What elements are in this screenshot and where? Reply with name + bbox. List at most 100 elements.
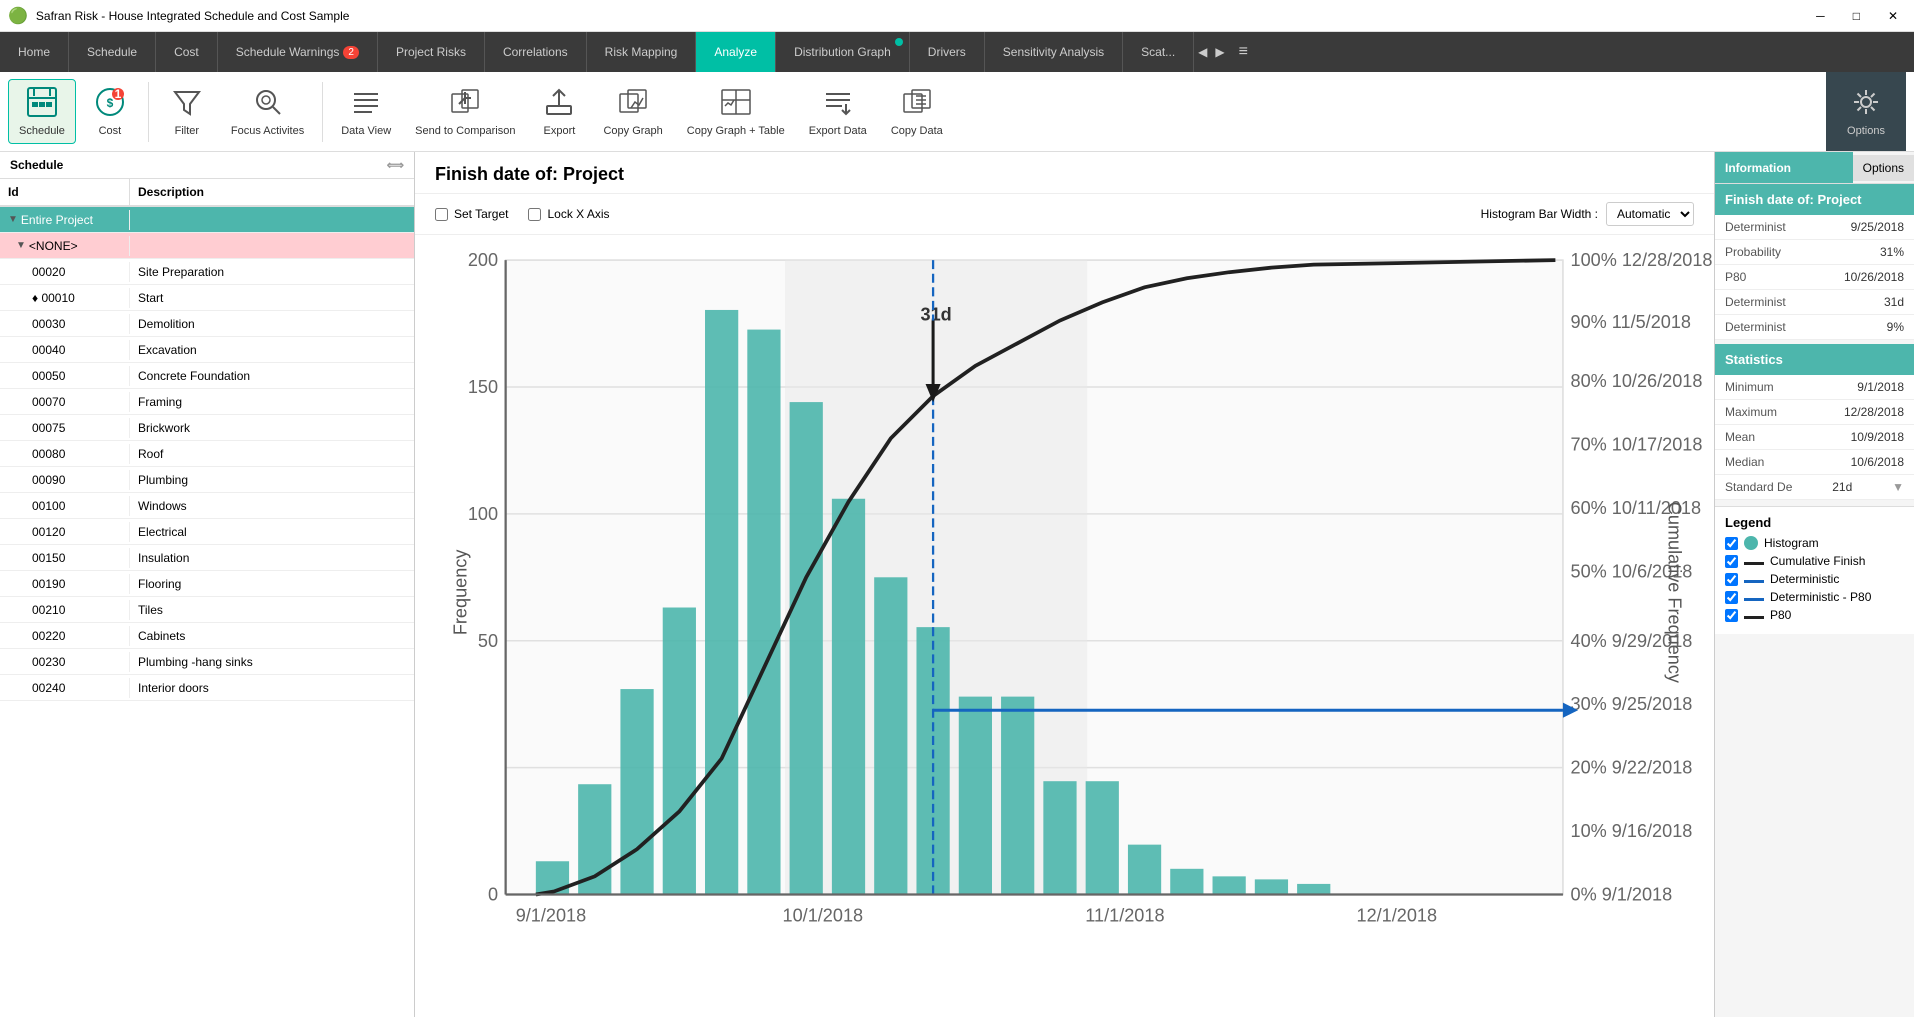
toolbar-export-label: Export — [544, 125, 576, 137]
toolbar-focus[interactable]: Focus Activites — [221, 80, 314, 143]
toolbar-copydata[interactable]: Copy Data — [881, 80, 953, 143]
schedule-row-18[interactable]: 00240 Interior doors — [0, 675, 414, 701]
schedule-table: Id Description ▼ Entire Project ▼ <NONE> — [0, 179, 414, 1017]
expand-icon-1[interactable]: ▼ — [16, 240, 26, 251]
legend-section: Legend Histogram Cumulative Finish Deter… — [1715, 506, 1914, 634]
schedule-row-9[interactable]: 00080 Roof — [0, 441, 414, 467]
schedule-row-16[interactable]: 00220 Cabinets — [0, 623, 414, 649]
schedule-row-11[interactable]: 00100 Windows — [0, 493, 414, 519]
schedule-row-15[interactable]: 00210 Tiles — [0, 597, 414, 623]
right-panel: Information Options Finish date of: Proj… — [1714, 152, 1914, 1017]
legend-deterministic: Deterministic — [1725, 572, 1904, 586]
histogram-bar-width-select[interactable]: Automatic — [1606, 202, 1694, 226]
schedule-row-17[interactable]: 00230 Plumbing -hang sinks — [0, 649, 414, 675]
tab-drivers[interactable]: Drivers — [910, 32, 985, 72]
svg-text:20% 9/22/2018: 20% 9/22/2018 — [1570, 758, 1692, 778]
row-id-9: 00080 — [0, 444, 130, 464]
schedule-row-5[interactable]: 00040 Excavation — [0, 337, 414, 363]
set-target-control[interactable]: Set Target — [435, 207, 508, 221]
expand-stats-icon[interactable]: ▼ — [1892, 480, 1904, 494]
tab-schedule-warnings[interactable]: Schedule Warnings 2 — [218, 32, 378, 72]
svg-text:11/1/2018: 11/1/2018 — [1085, 906, 1164, 926]
toolbar-export[interactable]: Export — [529, 80, 589, 143]
tab-scatter[interactable]: Scat... — [1123, 32, 1194, 72]
legend-histogram-check[interactable] — [1725, 537, 1738, 550]
options-button[interactable]: Options — [1853, 155, 1914, 181]
schedule-row-3[interactable]: ♦ 00010 Start — [0, 285, 414, 311]
tab-bar: Home Schedule Cost Schedule Warnings 2 P… — [0, 32, 1914, 72]
schedule-row-1[interactable]: ▼ <NONE> — [0, 233, 414, 259]
schedule-row-13[interactable]: 00150 Insulation — [0, 545, 414, 571]
svg-text:0% 9/1/2018: 0% 9/1/2018 — [1570, 885, 1672, 905]
tab-nav-left[interactable]: ◀ — [1194, 32, 1211, 72]
tab-cost[interactable]: Cost — [156, 32, 218, 72]
toolbar-copygraphtable[interactable]: Copy Graph + Table — [677, 80, 795, 143]
info-label-4: Determinist — [1725, 320, 1786, 334]
tab-sensitivity[interactable]: Sensitivity Analysis — [985, 32, 1123, 72]
lock-x-axis-control[interactable]: Lock X Axis — [528, 207, 609, 221]
schedule-row-8[interactable]: 00075 Brickwork — [0, 415, 414, 441]
row-desc-11: Windows — [130, 496, 414, 516]
schedule-row-2[interactable]: 00020 Site Preparation — [0, 259, 414, 285]
row-id-text-1: <NONE> — [29, 239, 78, 253]
legend-deterministic-label: Deterministic — [1770, 572, 1839, 586]
tab-home[interactable]: Home — [0, 32, 69, 72]
tab-project-risks[interactable]: Project Risks — [378, 32, 485, 72]
toolbar-cost[interactable]: $1 Cost — [80, 80, 140, 143]
chart-area: Finish date of: Project Set Target Lock … — [415, 152, 1714, 1017]
info-probability: Probability 31% — [1715, 240, 1914, 265]
legend-deterministic-line — [1744, 580, 1764, 583]
toolbar-options[interactable]: Options — [1826, 72, 1906, 151]
row-id-13: 00150 — [0, 548, 130, 568]
schedule-row-6[interactable]: 00050 Concrete Foundation — [0, 363, 414, 389]
toolbar-filter[interactable]: Filter — [157, 80, 217, 143]
tab-risk-mapping[interactable]: Risk Mapping — [587, 32, 697, 72]
legend-cumulative-check[interactable] — [1725, 555, 1738, 568]
row-id-0: ▼ Entire Project — [0, 210, 130, 230]
row-desc-0 — [130, 217, 414, 223]
info-minimum: Minimum 9/1/2018 — [1715, 375, 1914, 400]
toolbar-exportdata[interactable]: Export Data — [799, 80, 877, 143]
schedule-row-14[interactable]: 00190 Flooring — [0, 571, 414, 597]
toolbar-sendcomp[interactable]: Send to Comparison — [405, 80, 525, 143]
legend-det-p80-line — [1744, 598, 1764, 601]
tab-nav-right[interactable]: ▶ — [1211, 32, 1228, 72]
row-desc-14: Flooring — [130, 574, 414, 594]
toolbar-schedule[interactable]: Schedule — [8, 79, 76, 144]
close-button[interactable]: ✕ — [1880, 5, 1906, 27]
row-desc-5: Excavation — [130, 340, 414, 360]
chart-title: Finish date of: Project — [415, 152, 1714, 194]
legend-histogram-color — [1744, 536, 1758, 550]
toolbar-copygraph[interactable]: Copy Graph — [593, 80, 672, 143]
maximize-button[interactable]: □ — [1845, 5, 1868, 27]
minimize-button[interactable]: ─ — [1808, 5, 1833, 27]
legend-deterministic-check[interactable] — [1725, 573, 1738, 586]
set-target-checkbox[interactable] — [435, 208, 448, 221]
toolbar-sep-2 — [322, 82, 323, 142]
tab-schedule[interactable]: Schedule — [69, 32, 156, 72]
info-value-median: 10/6/2018 — [1851, 455, 1904, 469]
svg-text:30% 9/25/2018: 30% 9/25/2018 — [1570, 694, 1692, 714]
schedule-row-7[interactable]: 00070 Framing — [0, 389, 414, 415]
schedule-row-12[interactable]: 00120 Electrical — [0, 519, 414, 545]
tab-menu[interactable]: ≡ — [1229, 32, 1258, 72]
row-id-14: 00190 — [0, 574, 130, 594]
lock-x-axis-checkbox[interactable] — [528, 208, 541, 221]
toolbar-dataview[interactable]: Data View — [331, 80, 401, 143]
information-title: Information — [1715, 152, 1853, 183]
info-value-mean: 10/9/2018 — [1851, 430, 1904, 444]
export-icon — [543, 86, 575, 123]
legend-p80-check[interactable] — [1725, 609, 1738, 622]
histogram-chart: 200 150 100 50 0 Frequency 0% 9/1/2018 1… — [415, 235, 1714, 1017]
tab-correlations[interactable]: Correlations — [485, 32, 587, 72]
legend-det-p80-check[interactable] — [1725, 591, 1738, 604]
tab-distribution-graph[interactable]: Distribution Graph — [776, 32, 910, 72]
schedule-row-4[interactable]: 00030 Demolition — [0, 311, 414, 337]
row-id-17: 00230 — [0, 652, 130, 672]
schedule-row-0[interactable]: ▼ Entire Project — [0, 207, 414, 233]
tab-analyze[interactable]: Analyze — [696, 32, 776, 72]
schedule-row-10[interactable]: 00090 Plumbing — [0, 467, 414, 493]
active-item-label: Finish date of: Project — [1715, 184, 1914, 215]
row-id-8: 00075 — [0, 418, 130, 438]
expand-icon-0[interactable]: ▼ — [8, 214, 18, 225]
